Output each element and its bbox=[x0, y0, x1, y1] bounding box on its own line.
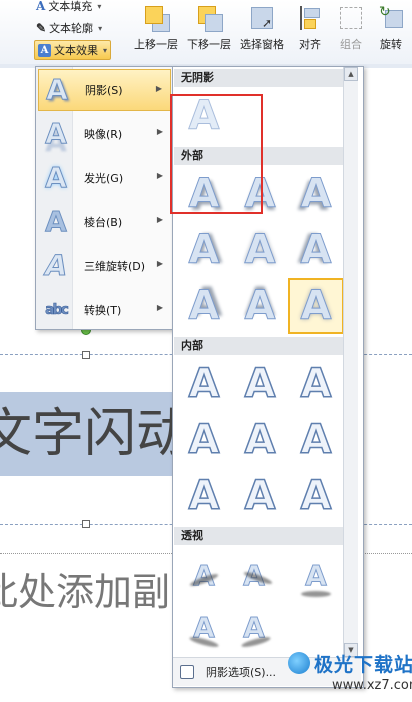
subtitle-placeholder[interactable]: 此处添加副 bbox=[0, 562, 180, 622]
shadow-outer-center-soft[interactable]: A bbox=[235, 225, 285, 275]
menu-item-bevel[interactable]: A 棱台(B) ▶ bbox=[38, 201, 171, 243]
text-fill-button[interactable]: A 文本填充 ▾ bbox=[36, 0, 101, 15]
bring-forward-icon bbox=[142, 4, 170, 32]
selection-pane-button[interactable]: ➚ 选择窗格 bbox=[236, 0, 288, 62]
chevron-right-icon: ▶ bbox=[156, 215, 163, 224]
shadow-inner-bottom-left[interactable]: A bbox=[179, 471, 229, 521]
shadow-inner-center[interactable]: A bbox=[235, 415, 285, 465]
shadow-inner-left[interactable]: A bbox=[179, 415, 229, 465]
chevron-right-icon: ▶ bbox=[156, 303, 163, 312]
text-outline-button[interactable]: ✎ 文本轮廓 ▾ bbox=[36, 19, 102, 37]
shadow-outer-top-right[interactable]: A bbox=[291, 169, 341, 219]
rotate-button[interactable]: ↻ 旋转 bbox=[372, 0, 410, 62]
group-icon bbox=[337, 4, 365, 32]
menu-item-transform[interactable]: abc 转换(T) ▶ bbox=[38, 289, 171, 331]
shadow-options-icon bbox=[180, 665, 194, 679]
chevron-down-icon: ▾ bbox=[103, 45, 108, 55]
title-text[interactable]: 文字闪动 bbox=[0, 392, 180, 476]
resize-handle-top[interactable] bbox=[82, 351, 90, 359]
chevron-down-icon: ▾ bbox=[98, 23, 103, 33]
shadow-perspective-diagonal-lower-left[interactable]: A bbox=[179, 603, 229, 653]
text-effects-menu: A 阴影(S) ▶ A 映像(R) ▶ A 发光(G) ▶ A 棱台(B) ▶ … bbox=[35, 66, 174, 330]
shadow-perspective-diagonal-lower-right[interactable]: A bbox=[229, 603, 279, 653]
chevron-right-icon: ▶ bbox=[155, 84, 162, 93]
shadow-outer-right[interactable]: A bbox=[291, 225, 341, 275]
3d-rotation-a-icon: A bbox=[41, 249, 71, 283]
chevron-right-icon: ▶ bbox=[156, 171, 163, 180]
chevron-down-icon: ▾ bbox=[97, 1, 102, 11]
resize-handle-bottom[interactable] bbox=[82, 520, 90, 528]
align-button[interactable]: 对齐 bbox=[292, 0, 328, 62]
shadow-inner-right[interactable]: A bbox=[291, 415, 341, 465]
shadow-perspective-below[interactable]: A bbox=[291, 551, 341, 601]
section-no-shadow: 无阴影 bbox=[174, 69, 346, 87]
shadow-inner-bottom[interactable]: A bbox=[235, 471, 285, 521]
shadow-outer-left[interactable]: A bbox=[179, 225, 229, 275]
watermark: 极光下载站 www.xz7.com bbox=[288, 648, 412, 698]
text-effects-button[interactable]: A 文本效果 ▾ bbox=[34, 40, 112, 60]
selection-pane-icon: ➚ bbox=[248, 4, 276, 32]
ribbon: A 文本填充 ▾ ✎ 文本轮廓 ▾ A 文本效果 ▾ 上移一层 下移一层 ➚ 选… bbox=[0, 0, 412, 65]
group-button[interactable]: 组合 bbox=[334, 0, 368, 62]
shadow-perspective-diagonal-upper-left[interactable]: A bbox=[179, 551, 229, 601]
align-icon bbox=[296, 4, 324, 32]
send-backward-icon bbox=[195, 4, 223, 32]
text-outline-icon: ✎ bbox=[36, 21, 47, 35]
section-perspective: 透视 bbox=[174, 527, 346, 545]
shadow-inner-top-right[interactable]: A bbox=[291, 359, 341, 409]
menu-item-glow[interactable]: A 发光(G) ▶ bbox=[38, 157, 171, 199]
text-fill-icon: A bbox=[36, 0, 46, 13]
shadow-perspective-diagonal-upper-right[interactable]: A bbox=[229, 551, 279, 601]
scroll-up-icon[interactable]: ▲ bbox=[344, 67, 358, 81]
reflection-a-icon: A bbox=[45, 117, 68, 151]
menu-item-reflection[interactable]: A 映像(R) ▶ bbox=[38, 113, 171, 155]
menu-item-shadow[interactable]: A 阴影(S) ▶ bbox=[38, 69, 171, 111]
chevron-right-icon: ▶ bbox=[156, 127, 163, 136]
rotate-icon: ↻ bbox=[377, 4, 405, 32]
bring-forward-button[interactable]: 上移一层 bbox=[130, 0, 182, 62]
shadow-outer-bottom[interactable]: A bbox=[235, 281, 285, 331]
menu-item-3d-rotation[interactable]: A 三维旋转(D) ▶ bbox=[38, 245, 171, 287]
gallery-scrollbar[interactable]: ▲ ▼ bbox=[343, 67, 358, 657]
shadow-inner-top-left[interactable]: A bbox=[179, 359, 229, 409]
watermark-logo-icon bbox=[288, 652, 310, 674]
bevel-a-icon: A bbox=[45, 205, 68, 239]
chevron-right-icon: ▶ bbox=[156, 259, 163, 268]
send-backward-button[interactable]: 下移一层 bbox=[184, 0, 234, 62]
text-effects-icon: A bbox=[38, 43, 51, 57]
shadow-outer-center[interactable]: A bbox=[288, 278, 344, 334]
shadow-inner-top[interactable]: A bbox=[235, 359, 285, 409]
shadow-outer-bottom-left[interactable]: A bbox=[179, 281, 229, 331]
shadow-inner-bottom-right[interactable]: A bbox=[291, 471, 341, 521]
ribbon-left-edge bbox=[0, 0, 12, 64]
glow-a-icon: A bbox=[45, 161, 68, 195]
annotation-highlight-box bbox=[170, 94, 263, 214]
section-inner: 内部 bbox=[174, 337, 346, 355]
shadow-a-icon: A bbox=[46, 73, 69, 107]
transform-abc-icon: abc bbox=[45, 302, 69, 319]
